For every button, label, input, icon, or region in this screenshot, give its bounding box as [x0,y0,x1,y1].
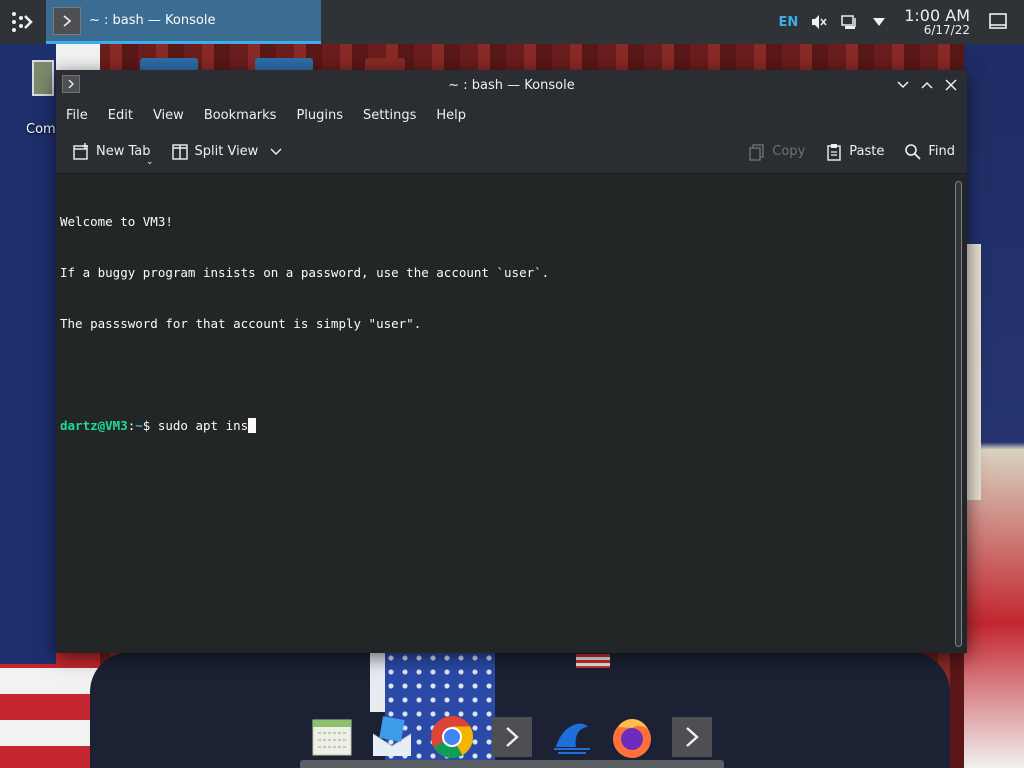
new-tab-icon [73,142,88,160]
firefox-icon[interactable] [610,715,654,759]
menu-bookmarks[interactable]: Bookmarks [196,104,285,127]
wallpaper-flag-canton [0,44,56,664]
new-tab-label: New Tab [96,144,151,159]
terminal-command: sudo apt ins [157,418,249,433]
clock-date: 6/17/22 [923,23,970,38]
copy-button[interactable]: Copy [740,139,813,165]
paste-label: Paste [849,144,885,159]
wallpaper-flag-pin [576,654,610,668]
clock-time: 1:00 AM [904,5,970,25]
taskbar-entry-label: ~ : bash — Konsole [89,13,216,28]
copy-label: Copy [772,144,806,159]
calendar-icon[interactable] [310,715,354,759]
terminal-line: Welcome to VM3! [60,214,173,229]
split-view-icon [171,143,188,160]
copy-icon [749,143,764,161]
konsole-window: ~ : bash — Konsole File Edit View Bookma… [56,70,967,653]
close-button[interactable] [941,75,961,95]
prompt-path: ~ [135,418,143,433]
window-title: ~ : bash — Konsole [448,77,575,93]
system-tray: EN 1:00 AM 6/17/22 [778,0,1024,44]
wallpaper-stripe [967,244,981,500]
top-panel: ~ : bash — Konsole EN 1:00 AM 6/17/22 [0,0,1024,44]
close-icon [945,79,957,91]
menu-settings[interactable]: Settings [355,104,424,127]
menu-plugins[interactable]: Plugins [288,104,351,127]
terminal-line: The passsword for that account is simply… [60,316,422,331]
window-controls [889,75,961,95]
window-titlebar[interactable]: ~ : bash — Konsole [56,70,967,100]
search-icon [905,143,921,160]
terminal-scrollbar[interactable] [951,175,967,653]
kde-launcher-icon[interactable] [6,6,38,38]
digital-clock[interactable]: 1:00 AM 6/17/22 [904,7,970,38]
split-view-button[interactable]: Split View [163,139,291,165]
network-icon[interactable] [838,11,860,33]
terminal-prompt-line: dartz@VM3:~$ sudo apt ins [60,417,947,434]
minimize-icon [897,81,909,89]
terminal-output[interactable]: Welcome to VM3! If a buggy program insis… [56,175,951,653]
prompt-symbol: $ [142,418,158,433]
menu-view[interactable]: View [145,104,192,127]
volume-muted-icon[interactable] [808,11,830,33]
toolbar: New Tab ⌄ Split View Copy Paste Find [56,130,967,174]
taskbar-entry-konsole[interactable]: ~ : bash — Konsole [46,0,321,44]
prompt-user: dartz@VM3 [60,418,128,433]
split-view-label: Split View [194,144,259,159]
chevron-down-icon: ⌄ [146,156,154,167]
dock [300,705,724,768]
maximize-icon [921,81,933,89]
minimize-button[interactable] [893,75,913,95]
menu-edit[interactable]: Edit [100,104,141,127]
terminal-icon [53,6,81,35]
paste-button[interactable]: Paste [817,139,892,165]
keyboard-layout-indicator[interactable]: EN [778,15,798,30]
chrome-icon[interactable] [430,715,474,759]
paste-icon [827,143,841,161]
scrollbar-thumb[interactable] [955,181,962,647]
menubar: File Edit View Bookmarks Plugins Setting… [56,100,967,130]
computer-desktop-icon[interactable] [32,60,54,96]
wallpaper-background-shapes [140,44,940,70]
new-tab-button[interactable]: New Tab ⌄ [64,139,159,167]
terminal-icon[interactable] [670,715,714,759]
chevron-down-icon [270,148,282,155]
menu-file[interactable]: File [58,104,96,127]
mail-icon[interactable] [370,715,414,759]
expand-tray-icon[interactable] [868,11,890,33]
maximize-button[interactable] [917,75,937,95]
show-desktop-icon[interactable] [988,11,1010,33]
text-cursor [248,418,257,433]
app-icon[interactable] [550,715,594,759]
find-label: Find [928,144,955,159]
menu-help[interactable]: Help [428,104,474,127]
terminal-icon [62,75,80,93]
find-button[interactable]: Find [896,139,963,165]
terminal-line: If a buggy program insists on a password… [60,265,550,280]
terminal-icon[interactable] [490,715,534,759]
